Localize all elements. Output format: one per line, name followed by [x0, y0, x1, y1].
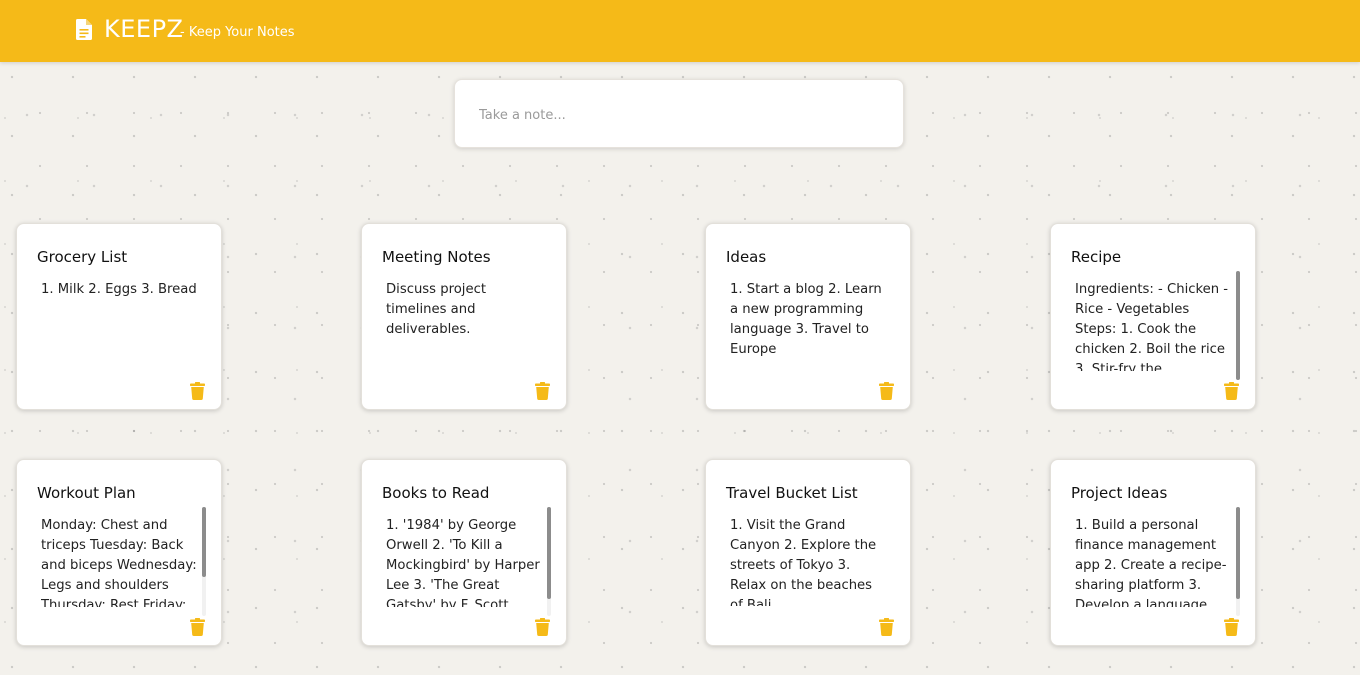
- trash-icon[interactable]: [1224, 618, 1239, 636]
- note-content: 1. Build a personal finance management a…: [1075, 518, 1227, 607]
- note-content: 1. '1984' by George Orwell 2. 'To Kill a…: [386, 518, 540, 607]
- note-title: Recipe: [1071, 248, 1122, 266]
- note-document-icon: [76, 19, 92, 40]
- note-content: Monday: Chest and triceps Tuesday: Back …: [41, 518, 197, 607]
- note-card: Meeting Notes Discuss project timelines …: [361, 223, 567, 410]
- note-scrollbar[interactable]: [547, 507, 551, 616]
- trash-icon[interactable]: [190, 382, 205, 400]
- note-title: Books to Read: [382, 484, 490, 502]
- scrollbar-thumb[interactable]: [547, 507, 551, 599]
- note-card: Travel Bucket List 1. Visit the Grand Ca…: [705, 459, 911, 646]
- note-title: Project Ideas: [1071, 484, 1168, 502]
- trash-icon[interactable]: [535, 618, 550, 636]
- scrollbar-thumb[interactable]: [1236, 271, 1240, 380]
- trash-icon[interactable]: [1224, 382, 1239, 400]
- trash-icon[interactable]: [535, 382, 550, 400]
- note-scrollbar[interactable]: [202, 507, 206, 616]
- scrollbar-thumb[interactable]: [202, 507, 206, 577]
- brand-title: KEEPZ: [104, 15, 184, 43]
- note-composer[interactable]: [454, 79, 904, 148]
- trash-icon[interactable]: [879, 382, 894, 400]
- app-header: KEEPZ - Keep Your Notes: [0, 0, 1360, 62]
- note-title: Ideas: [726, 248, 767, 266]
- note-title: Meeting Notes: [382, 248, 491, 266]
- note-card: Books to Read 1. '1984' by George Orwell…: [361, 459, 567, 646]
- trash-icon[interactable]: [879, 618, 894, 636]
- brand-tagline: - Keep Your Notes: [180, 25, 295, 40]
- note-title: Workout Plan: [37, 484, 136, 502]
- trash-icon[interactable]: [190, 618, 205, 636]
- note-card: Ideas 1. Start a blog 2. Learn a new pro…: [705, 223, 911, 410]
- note-card: Recipe Ingredients: - Chicken - Rice - V…: [1050, 223, 1256, 410]
- note-content: 1. Visit the Grand Canyon 2. Explore the…: [730, 518, 877, 606]
- note-card: Workout Plan Monday: Chest and triceps T…: [16, 459, 222, 646]
- note-scrollbar[interactable]: [1236, 271, 1240, 380]
- note-content: Ingredients: - Chicken - Rice - Vegetabl…: [1075, 282, 1229, 371]
- note-title: Grocery List: [37, 248, 128, 266]
- note-content: 1. Milk 2. Eggs 3. Bread: [41, 282, 197, 297]
- note-content: Discuss project timelines and deliverabl…: [386, 282, 487, 337]
- note-card: Project Ideas 1. Build a personal financ…: [1050, 459, 1256, 646]
- scrollbar-thumb[interactable]: [1236, 507, 1240, 599]
- note-card: Grocery List 1. Milk 2. Eggs 3. Bread: [16, 223, 222, 410]
- note-title: Travel Bucket List: [726, 484, 858, 502]
- note-scrollbar[interactable]: [1236, 507, 1240, 616]
- take-note-input[interactable]: [479, 104, 879, 126]
- note-content: 1. Start a blog 2. Learn a new programmi…: [730, 282, 882, 357]
